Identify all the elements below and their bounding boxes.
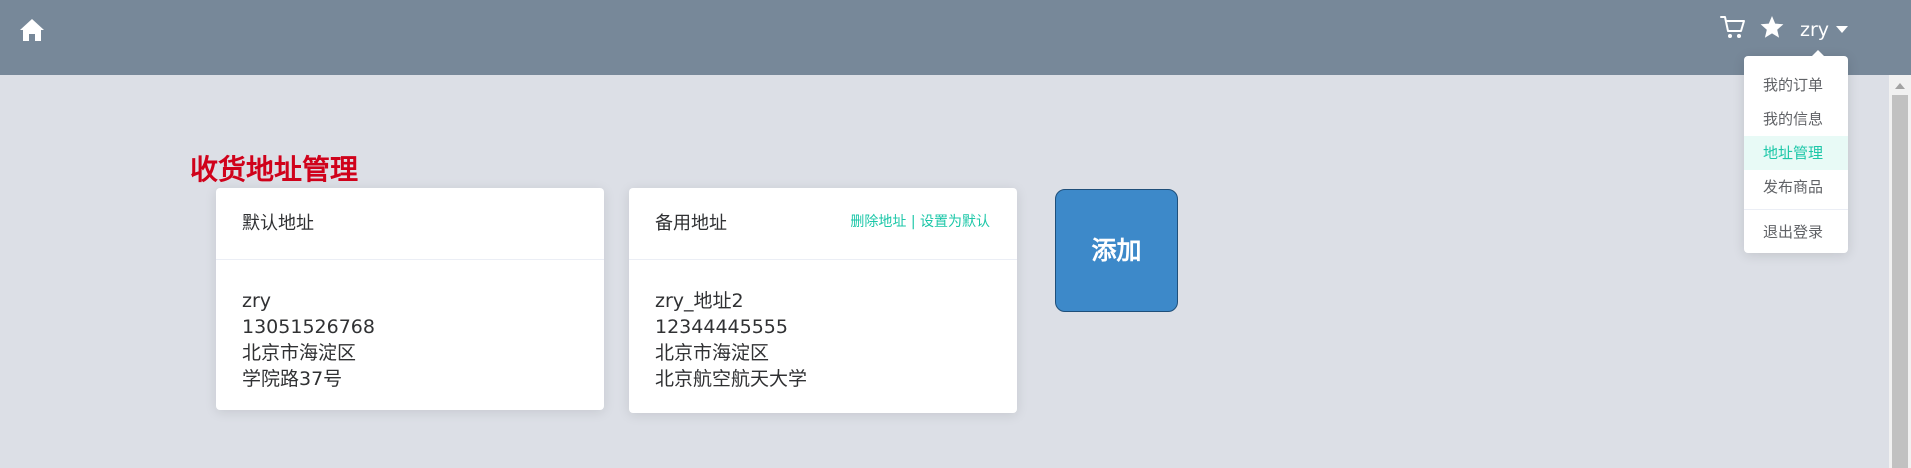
menu-item-my-orders[interactable]: 我的订单 [1744,68,1848,102]
cart-icon[interactable] [1720,14,1746,40]
address-detail: 学院路37号 [242,368,343,390]
set-default-link[interactable]: 设置为默认 [920,214,990,230]
address-phone: 12344445555 [655,316,788,338]
actions-separator: | [906,214,920,230]
caret-down-icon [1836,26,1849,33]
card-header: 备用地址 删除地址 | 设置为默认 [629,188,1017,260]
user-name: zry [1800,19,1830,41]
menu-item-publish-product[interactable]: 发布商品 [1744,170,1848,204]
dropdown-arrow [1812,50,1824,56]
delete-address-link[interactable]: 删除地址 [850,214,906,230]
address-card-backup: 备用地址 删除地址 | 设置为默认 zry_地址2 12344445555 北京… [629,188,1017,413]
address-detail: 北京航空航天大学 [655,368,808,390]
card-header: 默认地址 [216,188,604,260]
address-region: 北京市海淀区 [242,342,357,364]
card-title: 备用地址 [655,213,727,234]
address-card-default: 默认地址 zry 13051526768 北京市海淀区 学院路37号 [216,188,604,410]
address-name: zry [242,290,272,312]
scroll-up-arrow-icon[interactable] [1895,83,1905,89]
menu-item-my-info[interactable]: 我的信息 [1744,102,1848,136]
page-title: 收货地址管理 [190,153,359,186]
menu-item-address-management[interactable]: 地址管理 [1744,136,1848,170]
scrollbar-thumb[interactable] [1892,95,1908,468]
address-region: 北京市海淀区 [655,342,770,364]
address-name: zry_地址2 [655,290,744,312]
card-body: zry_地址2 12344445555 北京市海淀区 北京航空航天大学 [629,260,1017,392]
menu-item-logout[interactable]: 退出登录 [1744,215,1848,249]
top-nav-bar: zry [0,0,1911,75]
card-actions: 删除地址 | 设置为默认 [850,213,990,231]
add-address-button[interactable]: 添加 [1055,189,1178,312]
card-title: 默认地址 [242,213,314,234]
home-icon[interactable] [19,18,45,42]
card-body: zry 13051526768 北京市海淀区 学院路37号 [216,260,604,392]
address-phone: 13051526768 [242,316,375,338]
user-dropdown-menu: 我的订单 我的信息 地址管理 发布商品 退出登录 [1744,50,1848,253]
user-menu-trigger[interactable]: zry [1800,18,1849,42]
star-icon[interactable] [1759,14,1785,40]
menu-divider [1744,209,1848,210]
